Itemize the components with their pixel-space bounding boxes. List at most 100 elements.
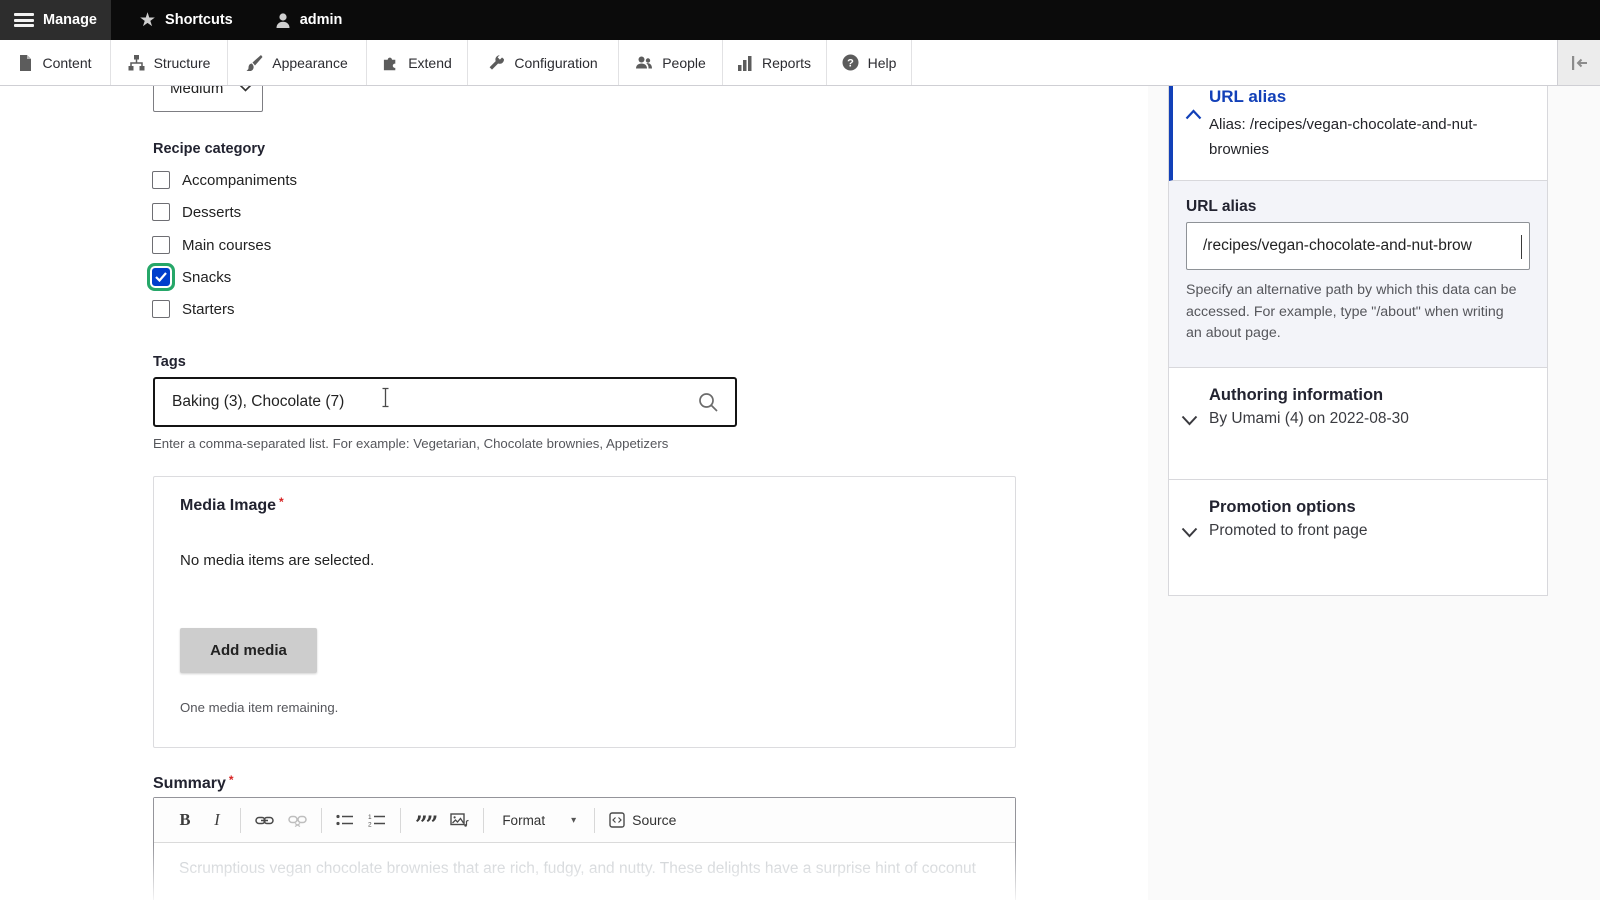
checkbox-label[interactable]: Snacks xyxy=(182,269,231,286)
tab-structure[interactable]: Structure xyxy=(111,40,228,85)
tab-label: Appearance xyxy=(272,55,348,71)
configuration-icon xyxy=(488,55,505,71)
checkbox-label[interactable]: Desserts xyxy=(182,204,241,221)
link-button[interactable] xyxy=(255,807,274,833)
chevron-down-icon[interactable] xyxy=(1181,415,1198,426)
authoring-information-title[interactable]: Authoring information xyxy=(1209,386,1547,405)
numbered-list-icon: 1 2 xyxy=(368,813,386,827)
authoring-information-section: Authoring information By Umami (4) on 20… xyxy=(1169,386,1547,480)
text-caret xyxy=(1521,235,1523,259)
blockquote-button[interactable]: ”” xyxy=(415,803,436,838)
tab-label: Reports xyxy=(762,55,811,71)
user-icon xyxy=(275,12,291,29)
checkbox-row-snacks[interactable]: Snacks xyxy=(152,267,231,287)
tab-appearance[interactable]: Appearance xyxy=(228,40,367,85)
tab-label: Structure xyxy=(154,55,211,71)
svg-text:?: ? xyxy=(847,58,854,70)
promotion-options-summary: Promoted to front page xyxy=(1209,522,1547,540)
insert-media-button[interactable] xyxy=(450,807,469,833)
media-remaining-text: One media item remaining. xyxy=(180,700,338,715)
manage-label: Manage xyxy=(43,12,97,28)
tab-label: Extend xyxy=(408,55,452,71)
check-icon xyxy=(155,272,167,282)
source-label: Source xyxy=(632,812,676,828)
url-alias-input-wrapper xyxy=(1186,222,1530,270)
structure-icon xyxy=(128,55,145,71)
tab-people[interactable]: People xyxy=(619,40,723,85)
url-alias-help: Specify an alternative path by which thi… xyxy=(1186,280,1522,345)
source-icon xyxy=(609,812,625,828)
add-media-button[interactable]: Add media xyxy=(180,628,317,673)
tab-label: Content xyxy=(42,55,91,71)
people-icon xyxy=(635,55,653,71)
checkbox-row-accompaniments[interactable]: Accompaniments xyxy=(152,170,297,190)
unlink-icon xyxy=(288,814,307,827)
summary-content[interactable]: Scrumptious vegan chocolate brownies tha… xyxy=(154,843,1015,895)
checkbox-row-main-courses[interactable]: Main courses xyxy=(152,235,271,255)
checkbox-label[interactable]: Starters xyxy=(182,301,235,318)
star-icon: ★ xyxy=(139,11,156,30)
hamburger-icon xyxy=(14,13,34,27)
appearance-icon xyxy=(246,55,263,71)
recipe-category-label: Recipe category xyxy=(153,141,265,157)
tab-label: Help xyxy=(868,55,897,71)
help-icon: ? xyxy=(842,54,859,71)
bulleted-list-icon xyxy=(336,813,354,827)
shortcuts-menu-button[interactable]: ★ Shortcuts xyxy=(125,0,247,40)
url-alias-input[interactable] xyxy=(1187,236,1529,256)
chevron-down-icon[interactable] xyxy=(1181,527,1198,538)
media-empty-text: No media items are selected. xyxy=(180,552,374,569)
collapse-sidebar-button[interactable] xyxy=(1557,40,1600,85)
tab-help[interactable]: ? Help xyxy=(827,40,912,85)
page: Manage ★ Shortcuts admin Content xyxy=(0,0,1600,900)
svg-text:1: 1 xyxy=(368,814,372,821)
summary-label: Summary xyxy=(153,773,234,793)
admin-menu-bar: Content Structure Appearance Extend xyxy=(0,40,1600,86)
checkbox-accompaniments[interactable] xyxy=(152,171,170,189)
tab-configuration[interactable]: Configuration xyxy=(468,40,619,85)
bulleted-list-button[interactable] xyxy=(336,807,354,833)
checkbox-snacks[interactable] xyxy=(152,268,170,286)
italic-button[interactable]: I xyxy=(208,807,226,833)
authoring-information-summary: By Umami (4) on 2022-08-30 xyxy=(1209,410,1547,428)
checkbox-label[interactable]: Main courses xyxy=(182,237,271,254)
tags-input[interactable] xyxy=(155,393,697,411)
promotion-options-title[interactable]: Promotion options xyxy=(1209,498,1547,517)
url-alias-field-label: URL alias xyxy=(1186,198,1256,216)
user-menu-button[interactable]: admin xyxy=(261,0,357,40)
checkbox-main-courses[interactable] xyxy=(152,236,170,254)
numbered-list-button[interactable]: 1 2 xyxy=(368,807,386,833)
promotion-options-section: Promotion options Promoted to front page xyxy=(1169,498,1547,595)
url-alias-field-section: URL alias Specify an alternative path by… xyxy=(1169,181,1547,368)
checkbox-row-starters[interactable]: Starters xyxy=(152,299,235,319)
checkbox-starters[interactable] xyxy=(152,300,170,318)
content-icon xyxy=(18,55,33,71)
tags-help: Enter a comma-separated list. For exampl… xyxy=(153,436,668,451)
media-image-label: Media Image xyxy=(180,495,284,515)
admin-toolbar: Manage ★ Shortcuts admin xyxy=(0,0,1600,40)
checkbox-label[interactable]: Accompaniments xyxy=(182,172,297,189)
editor-toolbar: B I xyxy=(154,798,1015,843)
manage-menu-button[interactable]: Manage xyxy=(0,0,111,40)
node-meta-panel: URL alias Alias: /recipes/vegan-chocolat… xyxy=(1168,86,1548,596)
chevron-up-icon[interactable] xyxy=(1185,109,1202,120)
tab-extend[interactable]: Extend xyxy=(367,40,468,85)
tab-label: People xyxy=(662,55,706,71)
tab-label: Configuration xyxy=(514,55,597,71)
caret-down-icon: ▾ xyxy=(571,815,576,826)
checkbox-row-desserts[interactable]: Desserts xyxy=(152,202,241,222)
tab-content[interactable]: Content xyxy=(0,40,111,85)
checkbox-desserts[interactable] xyxy=(152,203,170,221)
format-dropdown[interactable]: Format ▾ xyxy=(498,813,580,828)
extend-icon xyxy=(382,55,399,71)
bold-button[interactable]: B xyxy=(176,807,194,833)
unlink-button[interactable] xyxy=(288,807,307,833)
format-label: Format xyxy=(502,813,545,828)
tags-label: Tags xyxy=(153,354,186,370)
url-alias-summary-title[interactable]: URL alias xyxy=(1209,86,1547,108)
url-alias-current-value: Alias: /recipes/vegan-chocolate-and-nut-… xyxy=(1209,112,1501,162)
svg-text:2: 2 xyxy=(368,822,372,828)
reports-icon xyxy=(738,55,753,71)
source-button[interactable]: Source xyxy=(609,812,676,828)
tab-reports[interactable]: Reports xyxy=(723,40,827,85)
